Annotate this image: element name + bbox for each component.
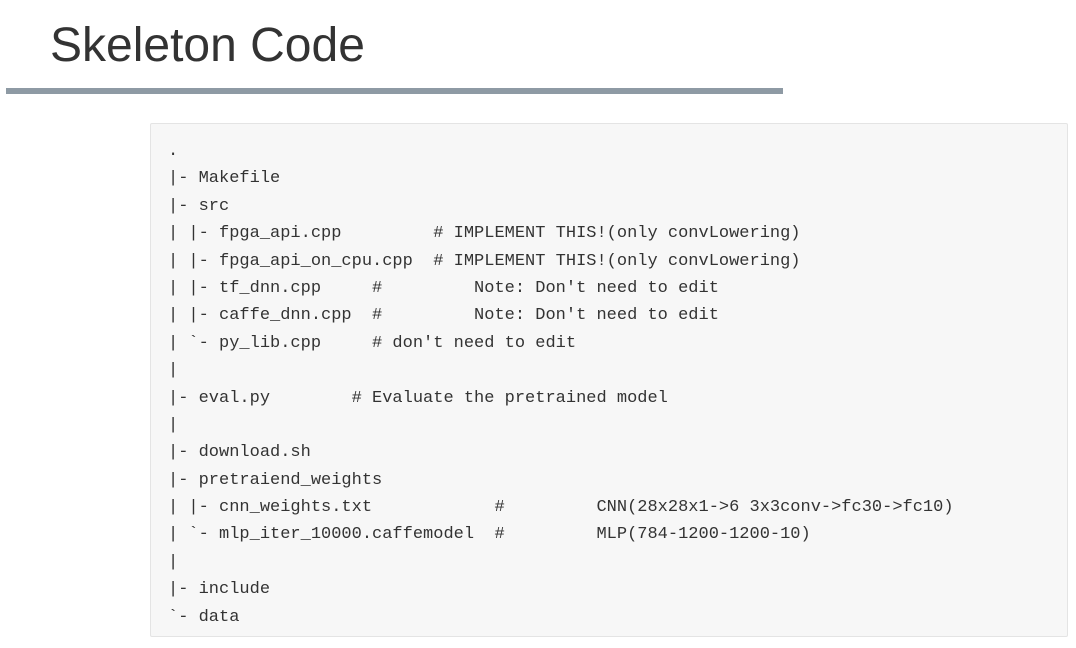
slide-title: Skeleton Code	[50, 19, 365, 72]
code-line: .	[168, 142, 179, 161]
code-line: | |- tf_dnn.cpp # Note: Don't need to ed…	[168, 278, 719, 298]
code-line: | |- fpga_api_on_cpu.cpp # IMPLEMENT THI…	[168, 251, 801, 271]
code-line: | `- mlp_iter_10000.caffemodel # MLP(784…	[168, 525, 811, 545]
code-line: |	[168, 361, 179, 381]
code-line: | |- caffe_dnn.cpp # Note: Don't need to…	[168, 306, 719, 326]
code-line: |- Makefile	[168, 169, 281, 189]
code-line: `- data	[168, 607, 240, 627]
code-block-panel: . |- Makefile |- src | |- fpga_api.cpp # IM…	[150, 123, 1068, 637]
code-line: | `- py_lib.cpp # don't need to edit	[168, 333, 577, 353]
code-line: |	[168, 552, 179, 572]
code-line: |- eval.py # Evaluate the pretrained mod…	[168, 388, 668, 408]
code-line: |- src	[168, 196, 230, 216]
code-line: |- download.sh	[168, 443, 311, 463]
code-line: | |- cnn_weights.txt # CNN(28x28x1->6 3x…	[168, 498, 954, 518]
code-line: | |- fpga_api.cpp # IMPLEMENT THIS!(only…	[168, 224, 801, 244]
title-divider	[6, 88, 783, 94]
directory-tree-code: . |- Makefile |- src | |- fpga_api.cpp # IM…	[168, 138, 954, 631]
code-line: |	[168, 415, 179, 435]
code-line: |- include	[168, 580, 271, 600]
slide: { "slide": { "title": "Skeleton Code" },…	[0, 0, 1076, 648]
code-line: |- pretraiend_weights	[168, 470, 383, 490]
